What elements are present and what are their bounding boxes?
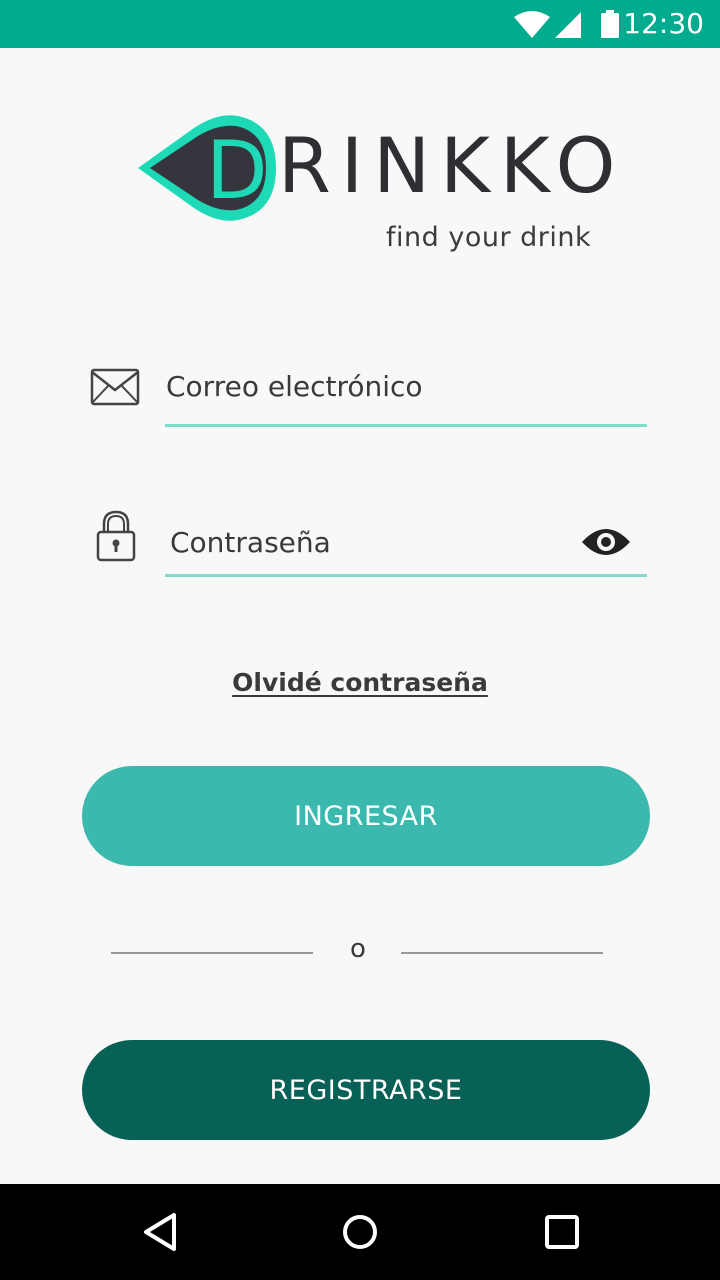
password-field[interactable]: [170, 520, 570, 564]
brand-name: RINKKO: [278, 121, 626, 210]
back-icon[interactable]: [142, 1212, 178, 1252]
register-button[interactable]: REGISTRARSE: [82, 1040, 650, 1140]
status-time: 12:30: [623, 7, 704, 40]
drinkko-logo: D: [138, 115, 276, 221]
divider-line-left: [111, 952, 313, 954]
tagline: find your drink: [386, 222, 592, 253]
eye-icon[interactable]: [580, 526, 632, 558]
lock-icon: [96, 510, 136, 562]
forgot-password-link[interactable]: Olvidé contraseña: [0, 668, 720, 697]
password-underline: [165, 574, 647, 577]
navigation-bar: [0, 1184, 720, 1280]
divider-line-right: [401, 952, 603, 954]
recents-icon[interactable]: [544, 1214, 580, 1250]
login-button[interactable]: INGRESAR: [82, 766, 650, 866]
status-bar: 12:30: [0, 0, 720, 48]
battery-icon: [601, 10, 619, 38]
home-icon[interactable]: [342, 1214, 378, 1250]
logo-letter: D: [206, 124, 268, 217]
signal-icon: [555, 12, 581, 38]
envelope-icon: [90, 368, 140, 406]
wifi-icon: [514, 11, 550, 38]
email-underline: [165, 424, 647, 427]
email-field[interactable]: [166, 364, 646, 408]
divider-label: o: [350, 934, 366, 964]
